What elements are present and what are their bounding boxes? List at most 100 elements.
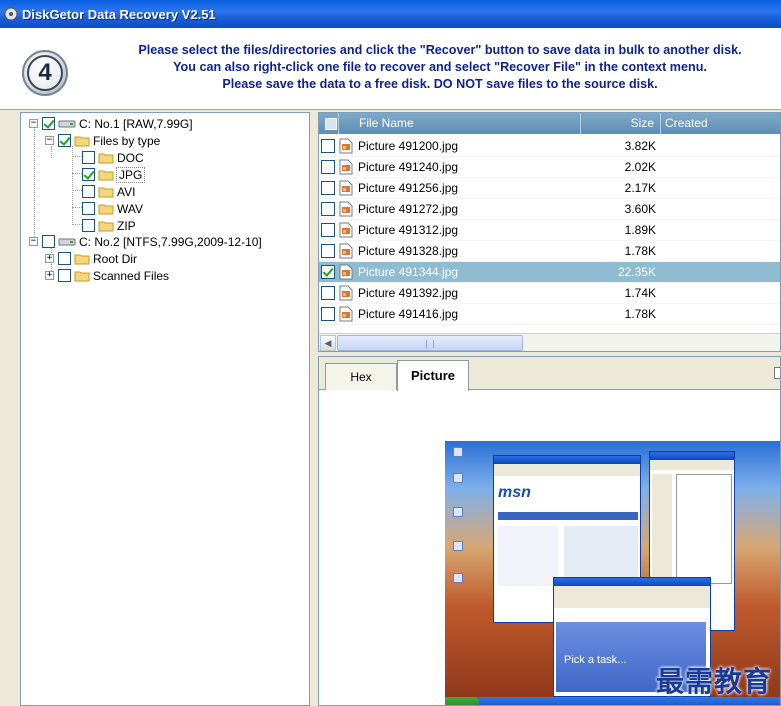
- jpg-file-icon: [339, 264, 353, 280]
- table-row[interactable]: Picture 491256.jpg 2.17K: [319, 178, 780, 199]
- tab-hex[interactable]: Hex: [325, 363, 397, 390]
- tree-item-wav[interactable]: WAV: [82, 200, 143, 217]
- tree-item-jpg[interactable]: JPG: [82, 166, 146, 183]
- tree-item-scanned-files[interactable]: + Scanned Files: [45, 267, 169, 284]
- file-size-cell: 1.78K: [624, 244, 656, 258]
- expand-icon[interactable]: +: [45, 271, 54, 280]
- jpg-file-icon: [339, 201, 353, 217]
- folder-icon: [74, 136, 90, 146]
- tree-item-doc[interactable]: DOC: [82, 149, 144, 166]
- watermark-text: 最需教育: [656, 665, 773, 698]
- folder-icon: [98, 187, 114, 197]
- tree-item-avi[interactable]: AVI: [82, 183, 135, 200]
- table-row[interactable]: Picture 491200.jpg 3.82K: [319, 136, 780, 157]
- collapse-icon[interactable]: −: [45, 136, 54, 145]
- row-checkbox[interactable]: [321, 202, 335, 216]
- table-row[interactable]: Picture 491416.jpg 1.78K: [319, 304, 780, 325]
- scrollbar-thumb[interactable]: [337, 335, 523, 351]
- horizontal-scrollbar[interactable]: ◀: [319, 333, 780, 351]
- row-checkbox[interactable]: [321, 244, 335, 258]
- table-row[interactable]: Picture 491312.jpg 1.89K: [319, 220, 780, 241]
- tree-label-scanned-files: Scanned Files: [93, 268, 170, 283]
- directory-tree-panel[interactable]: − C: No.1 [RAW,7.99G] − Files by type DO…: [20, 112, 310, 706]
- table-row[interactable]: Picture 491392.jpg 1.74K: [319, 283, 780, 304]
- expand-icon[interactable]: +: [45, 254, 54, 263]
- tree-connector: [34, 129, 35, 243]
- tree-item-disk2[interactable]: − C: No.2 [NTFS,7.99G,2009-12-10]: [29, 233, 262, 250]
- tree-checkbox-doc[interactable]: [82, 151, 95, 164]
- tab-picture[interactable]: Picture: [397, 360, 469, 391]
- tree-checkbox-avi[interactable]: [82, 185, 95, 198]
- select-all-icon[interactable]: [319, 113, 339, 134]
- file-name-cell: Picture 491416.jpg: [358, 307, 459, 321]
- tree-item-files-by-type[interactable]: − Files by type: [45, 132, 160, 149]
- file-name-cell: Picture 491240.jpg: [358, 160, 459, 174]
- folder-icon: [98, 221, 114, 231]
- file-size-cell: 1.78K: [624, 307, 656, 321]
- preview-option-checkbox[interactable]: [774, 367, 780, 379]
- tree-label-disk1: C: No.1 [RAW,7.99G]: [79, 116, 193, 131]
- panel-splitter[interactable]: [310, 112, 318, 706]
- collapse-icon[interactable]: −: [29, 119, 38, 128]
- tree-connector: [72, 190, 82, 191]
- tree-label-zip: ZIP: [117, 218, 136, 233]
- instruction-line-2: You can also right-click one file to rec…: [173, 60, 707, 74]
- row-checkbox[interactable]: [321, 307, 335, 321]
- column-header-created[interactable]: Created: [661, 113, 780, 134]
- tree-checkbox-jpg[interactable]: [82, 168, 95, 181]
- file-name-cell: Picture 491272.jpg: [358, 202, 459, 216]
- tree-label-files-by-type: Files by type: [93, 133, 161, 148]
- tree-checkbox-zip[interactable]: [82, 219, 95, 232]
- file-name-cell: Picture 491312.jpg: [358, 223, 459, 237]
- instructions-header: 4 Please select the files/directories an…: [0, 28, 781, 110]
- jpg-file-icon: [339, 285, 353, 301]
- folder-icon: [98, 153, 114, 163]
- table-row[interactable]: Picture 491272.jpg 3.60K: [319, 199, 780, 220]
- table-row[interactable]: Picture 491328.jpg 1.78K: [319, 241, 780, 262]
- jpg-file-icon: [339, 138, 353, 154]
- file-size-cell: 1.89K: [624, 223, 656, 237]
- file-size-cell: 22.35K: [617, 265, 656, 279]
- file-size-cell: 3.60K: [624, 202, 656, 216]
- tree-item-root-dir[interactable]: + Root Dir: [45, 250, 137, 267]
- scroll-left-icon[interactable]: ◀: [320, 335, 336, 351]
- tree-label-disk2: C: No.2 [NTFS,7.99G,2009-12-10]: [79, 234, 262, 249]
- tree-item-disk1[interactable]: − C: No.1 [RAW,7.99G]: [29, 115, 193, 132]
- column-header-name[interactable]: File Name: [339, 113, 581, 134]
- row-checkbox[interactable]: [321, 139, 335, 153]
- column-header-size[interactable]: Size: [581, 113, 661, 134]
- jpg-file-icon: [339, 180, 353, 196]
- tree-label-doc: DOC: [117, 150, 144, 165]
- file-size-cell: 3.82K: [624, 139, 656, 153]
- jpg-file-icon: [339, 243, 353, 259]
- tree-checkbox-disk1[interactable]: [42, 117, 55, 130]
- file-name-cell: Picture 491392.jpg: [358, 286, 459, 300]
- tree-checkbox-wav[interactable]: [82, 202, 95, 215]
- table-row[interactable]: Picture 491344.jpg 22.35K: [319, 262, 780, 283]
- tree-connector: [72, 146, 73, 225]
- preview-panel: Hex Picture msn Pick a task...: [318, 356, 781, 706]
- row-checkbox[interactable]: [321, 181, 335, 195]
- row-checkbox[interactable]: [321, 223, 335, 237]
- tree-label-jpg: JPG: [115, 166, 146, 183]
- tree-checkbox-root-dir[interactable]: [58, 252, 71, 265]
- row-checkbox[interactable]: [321, 160, 335, 174]
- folder-icon: [74, 254, 90, 264]
- file-list-panel[interactable]: File Name Size Created Picture 491200.jp…: [318, 112, 781, 352]
- table-row[interactable]: Picture 491240.jpg 2.02K: [319, 157, 780, 178]
- file-size-cell: 2.02K: [624, 160, 656, 174]
- preview-tab-strip: Hex Picture: [319, 357, 780, 391]
- instruction-line-3: Please save the data to a free disk. DO …: [222, 77, 658, 91]
- row-checkbox[interactable]: [321, 265, 335, 279]
- jpg-file-icon: [339, 222, 353, 238]
- tree-checkbox-files-by-type[interactable]: [58, 134, 71, 147]
- tree-checkbox-scanned-files[interactable]: [58, 269, 71, 282]
- row-checkbox[interactable]: [321, 286, 335, 300]
- step-badge: 4: [22, 50, 68, 96]
- tree-connector: [72, 173, 82, 174]
- collapse-icon[interactable]: −: [29, 237, 38, 246]
- file-name-cell: Picture 491328.jpg: [358, 244, 459, 258]
- tree-checkbox-disk2[interactable]: [42, 235, 55, 248]
- drive-icon: [58, 120, 76, 127]
- tree-item-zip[interactable]: ZIP: [82, 217, 136, 234]
